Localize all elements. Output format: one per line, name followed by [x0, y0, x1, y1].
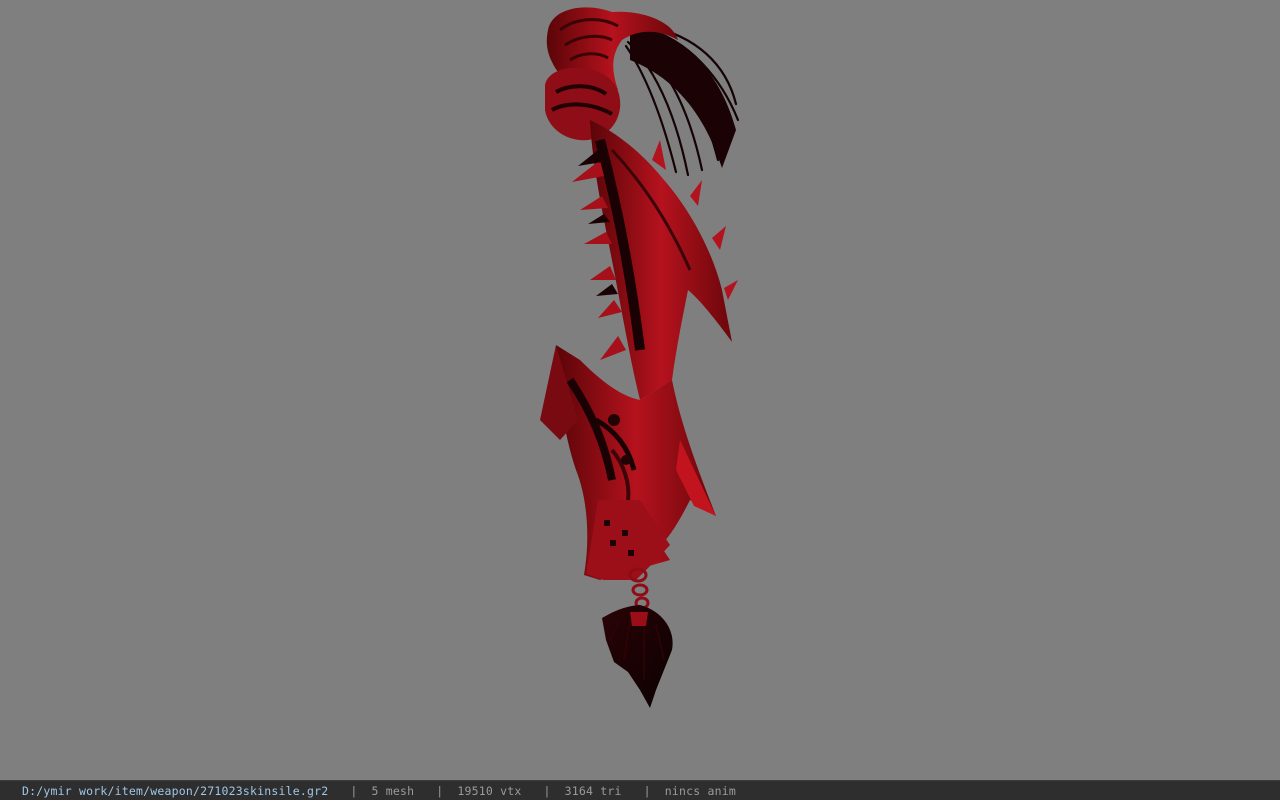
- mesh-count: 5 mesh: [371, 783, 415, 798]
- vertex-count: 19510 vtx: [457, 783, 522, 798]
- weapon-model-render: [540, 7, 740, 708]
- triangle-count: 3164 tri: [564, 783, 622, 798]
- separator: |: [543, 783, 551, 798]
- 3d-viewport[interactable]: [0, 0, 1280, 780]
- status-bar: D:/ymir work/item/weapon/271023skinsile.…: [0, 780, 1280, 800]
- separator: |: [436, 783, 444, 798]
- model-viewer-window: D:/ymir work/item/weapon/271023skinsile.…: [0, 0, 1280, 800]
- plume-mass: [630, 28, 736, 168]
- animation-status: nincs anim: [664, 783, 736, 798]
- separator: |: [350, 783, 358, 798]
- separator: |: [643, 783, 651, 798]
- file-path: D:/ymir work/item/weapon/271023skinsile.…: [22, 783, 329, 798]
